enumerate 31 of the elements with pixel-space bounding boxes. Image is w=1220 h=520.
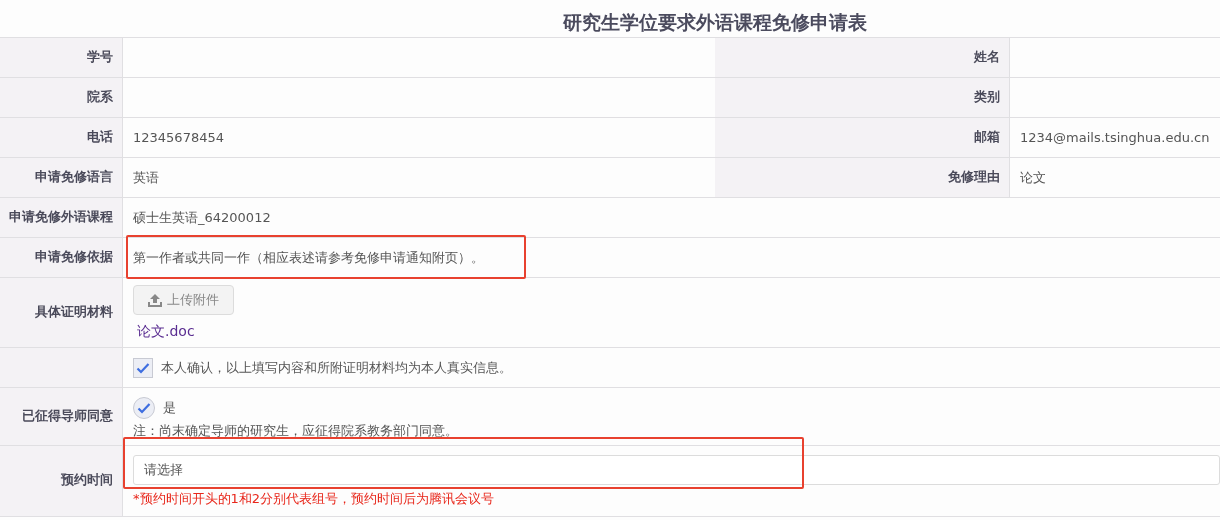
check-icon: [136, 361, 150, 374]
check-icon: [137, 402, 151, 414]
field-label: 申请免修语言: [35, 168, 113, 187]
confirm-text: 本人确认，以上填写内容和所附证明材料均为本人真实信息。: [161, 358, 512, 377]
field-label: 已征得导师同意: [22, 406, 113, 425]
field-value: 英语: [133, 168, 159, 187]
upload-icon: [148, 293, 162, 307]
field-label: 院系: [87, 88, 113, 107]
field-label: 申请免修依据: [35, 248, 113, 267]
field-value: 论文: [1020, 168, 1046, 187]
field-label: 预约时间: [61, 471, 113, 490]
form-title: 研究生学位要求外语课程免修申请表: [563, 11, 867, 33]
field-value: 1234@mails.tsinghua.edu.cn: [1020, 128, 1210, 147]
hint-text: *预约时间开头的1和2分别代表组号，预约时间后为腾讯会议号: [133, 489, 495, 508]
field-label: 邮箱: [974, 128, 1000, 147]
field-label: 申请免修外语课程: [9, 208, 113, 227]
field-value: 硕士生英语_64200012: [133, 208, 271, 227]
field-value: 12345678454: [133, 128, 224, 147]
note-text: 注：尚末确定导师的研究生，应征得院系教务部门同意。: [133, 422, 458, 440]
field-label: 具体证明材料: [35, 303, 113, 322]
file-link[interactable]: 论文.doc: [133, 320, 195, 342]
field-label: 姓名: [974, 48, 1000, 67]
field-label: 电话: [87, 128, 113, 147]
checkbox[interactable]: [133, 357, 153, 378]
option-label: 是: [163, 399, 176, 418]
field-label: 学号: [87, 48, 113, 67]
field-label: 类别: [974, 88, 1000, 107]
field-label: 免修理由: [948, 168, 1000, 187]
field-value: 第一作者或共同一作（相应表述请参考免修申请通知附页）。: [133, 248, 484, 267]
radio-button[interactable]: [133, 397, 155, 419]
select-field[interactable]: 请选择: [133, 454, 1220, 485]
